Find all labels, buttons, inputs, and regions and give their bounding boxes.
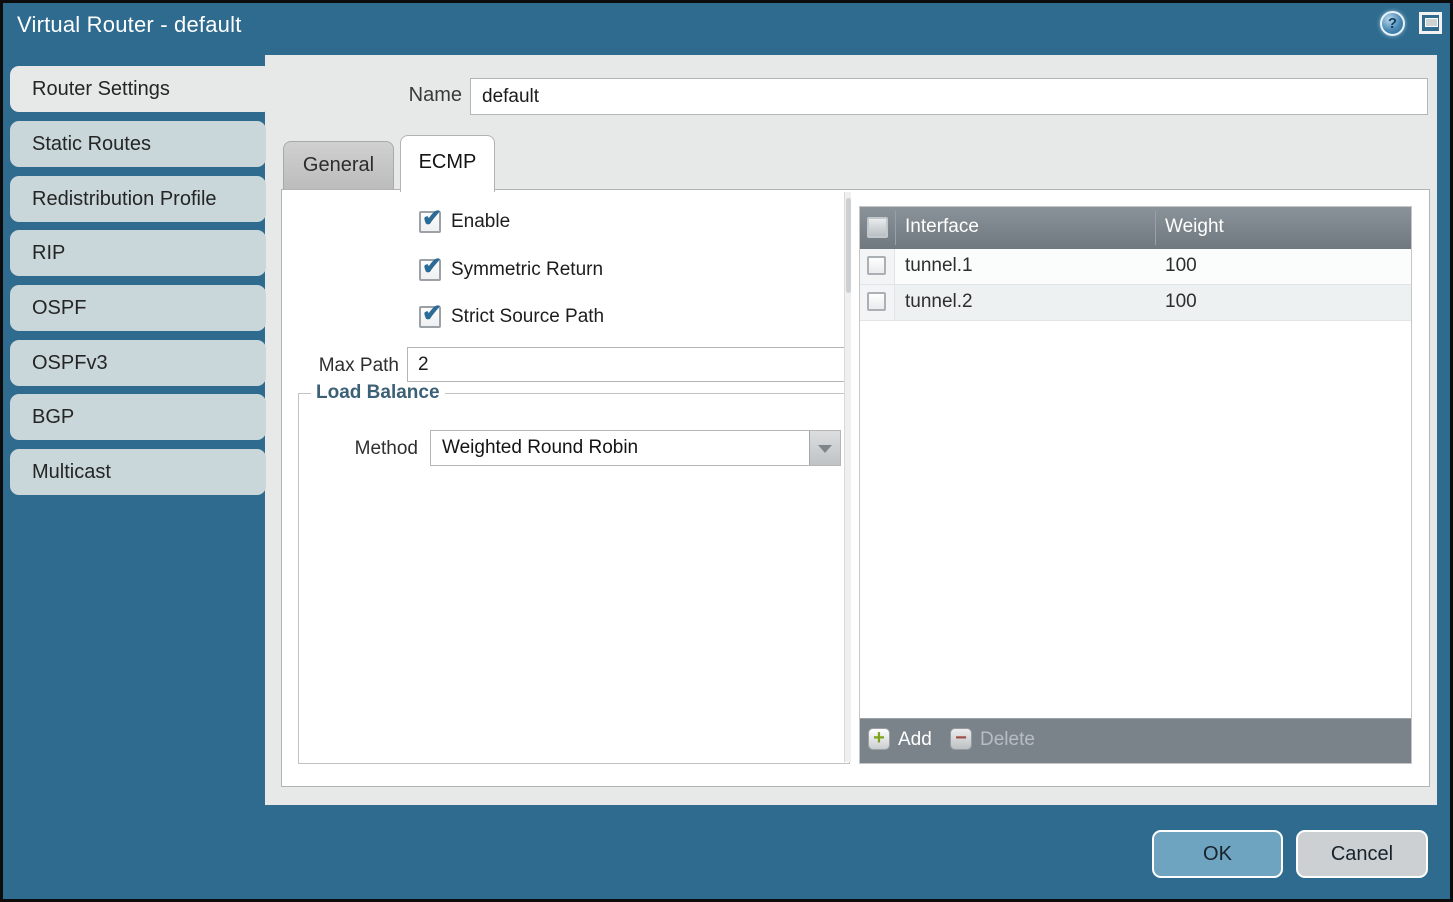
select-all-checkbox[interactable] — [867, 217, 888, 238]
cancel-button[interactable]: Cancel — [1296, 830, 1428, 878]
max-path-input[interactable] — [407, 347, 849, 382]
tab-ecmp[interactable]: ECMP — [400, 135, 495, 192]
enable-checkbox[interactable]: ✔ — [419, 211, 441, 233]
column-divider — [895, 211, 896, 245]
sidebar-item-rip[interactable]: RIP — [10, 230, 266, 276]
method-dropdown[interactable]: Weighted Round Robin — [430, 430, 841, 466]
method-dropdown-value: Weighted Round Robin — [442, 437, 638, 459]
sidebar-item-router-settings[interactable]: Router Settings — [10, 66, 272, 112]
row-checkbox[interactable] — [867, 256, 886, 275]
interface-table: Interface Weight tunnel.1 100 tunnel.2 1… — [859, 206, 1412, 764]
weight-cell: 100 — [1165, 255, 1197, 277]
sidebar-item-multicast[interactable]: Multicast — [10, 449, 266, 495]
sidebar-item-bgp[interactable]: BGP — [10, 394, 266, 440]
sidebar-item-static-routes[interactable]: Static Routes — [10, 121, 266, 167]
sidebar-item-ospfv3[interactable]: OSPFv3 — [10, 340, 266, 386]
weight-column-header[interactable]: Weight — [1165, 216, 1224, 238]
symmetric-return-label: Symmetric Return — [451, 259, 603, 281]
interface-cell: tunnel.2 — [905, 291, 973, 313]
name-input[interactable] — [470, 78, 1428, 115]
interface-cell: tunnel.1 — [905, 255, 973, 277]
sidebar-item-redistribution-profile[interactable]: Redistribution Profile — [10, 176, 266, 222]
minus-icon: − — [950, 728, 972, 750]
column-divider — [1155, 211, 1156, 245]
left-pane-scrollbar[interactable] — [844, 192, 851, 762]
add-button-label: Add — [898, 728, 932, 752]
plus-icon: + — [868, 728, 890, 750]
table-row[interactable]: tunnel.1 100 — [860, 249, 1411, 285]
method-label: Method — [299, 438, 418, 460]
name-label: Name — [330, 84, 462, 107]
checkmark-icon: ✔ — [422, 299, 442, 328]
window-restore-icon[interactable] — [1419, 12, 1442, 34]
virtual-router-dialog: Virtual Router - default ? Router Settin… — [0, 0, 1453, 902]
row-checkbox-cell — [860, 285, 895, 320]
strict-source-path-checkbox[interactable]: ✔ — [419, 306, 441, 328]
weight-cell: 100 — [1165, 291, 1197, 313]
symmetric-return-checkbox[interactable]: ✔ — [419, 259, 441, 281]
load-balance-legend: Load Balance — [311, 382, 445, 404]
dialog-title: Virtual Router - default — [17, 12, 242, 38]
row-checkbox[interactable] — [867, 292, 886, 311]
ok-button[interactable]: OK — [1152, 830, 1283, 878]
scrollbar-thumb[interactable] — [846, 198, 851, 293]
load-balance-fieldset: Load Balance Method Weighted Round Robin — [298, 393, 850, 764]
max-path-label: Max Path — [282, 355, 399, 377]
row-checkbox-cell — [860, 249, 895, 284]
enable-label: Enable — [451, 211, 510, 233]
chevron-down-icon[interactable] — [809, 431, 840, 465]
add-button[interactable]: + Add — [868, 728, 938, 754]
help-icon[interactable]: ? — [1380, 11, 1405, 36]
checkmark-icon: ✔ — [422, 204, 442, 233]
delete-button-label: Delete — [980, 728, 1035, 752]
strict-source-path-label: Strict Source Path — [451, 306, 604, 328]
table-row[interactable]: tunnel.2 100 — [860, 285, 1411, 321]
interface-column-header[interactable]: Interface — [905, 216, 979, 238]
sidebar-item-ospf[interactable]: OSPF — [10, 285, 266, 331]
ecmp-tab-panel: ✔ Enable ✔ Symmetric Return ✔ Strict Sou… — [281, 189, 1430, 787]
tab-general[interactable]: General — [283, 141, 394, 189]
checkmark-icon: ✔ — [422, 252, 442, 281]
table-footer: + Add − Delete — [860, 718, 1411, 763]
delete-button[interactable]: − Delete — [950, 728, 1050, 754]
table-header: Interface Weight — [860, 207, 1411, 249]
